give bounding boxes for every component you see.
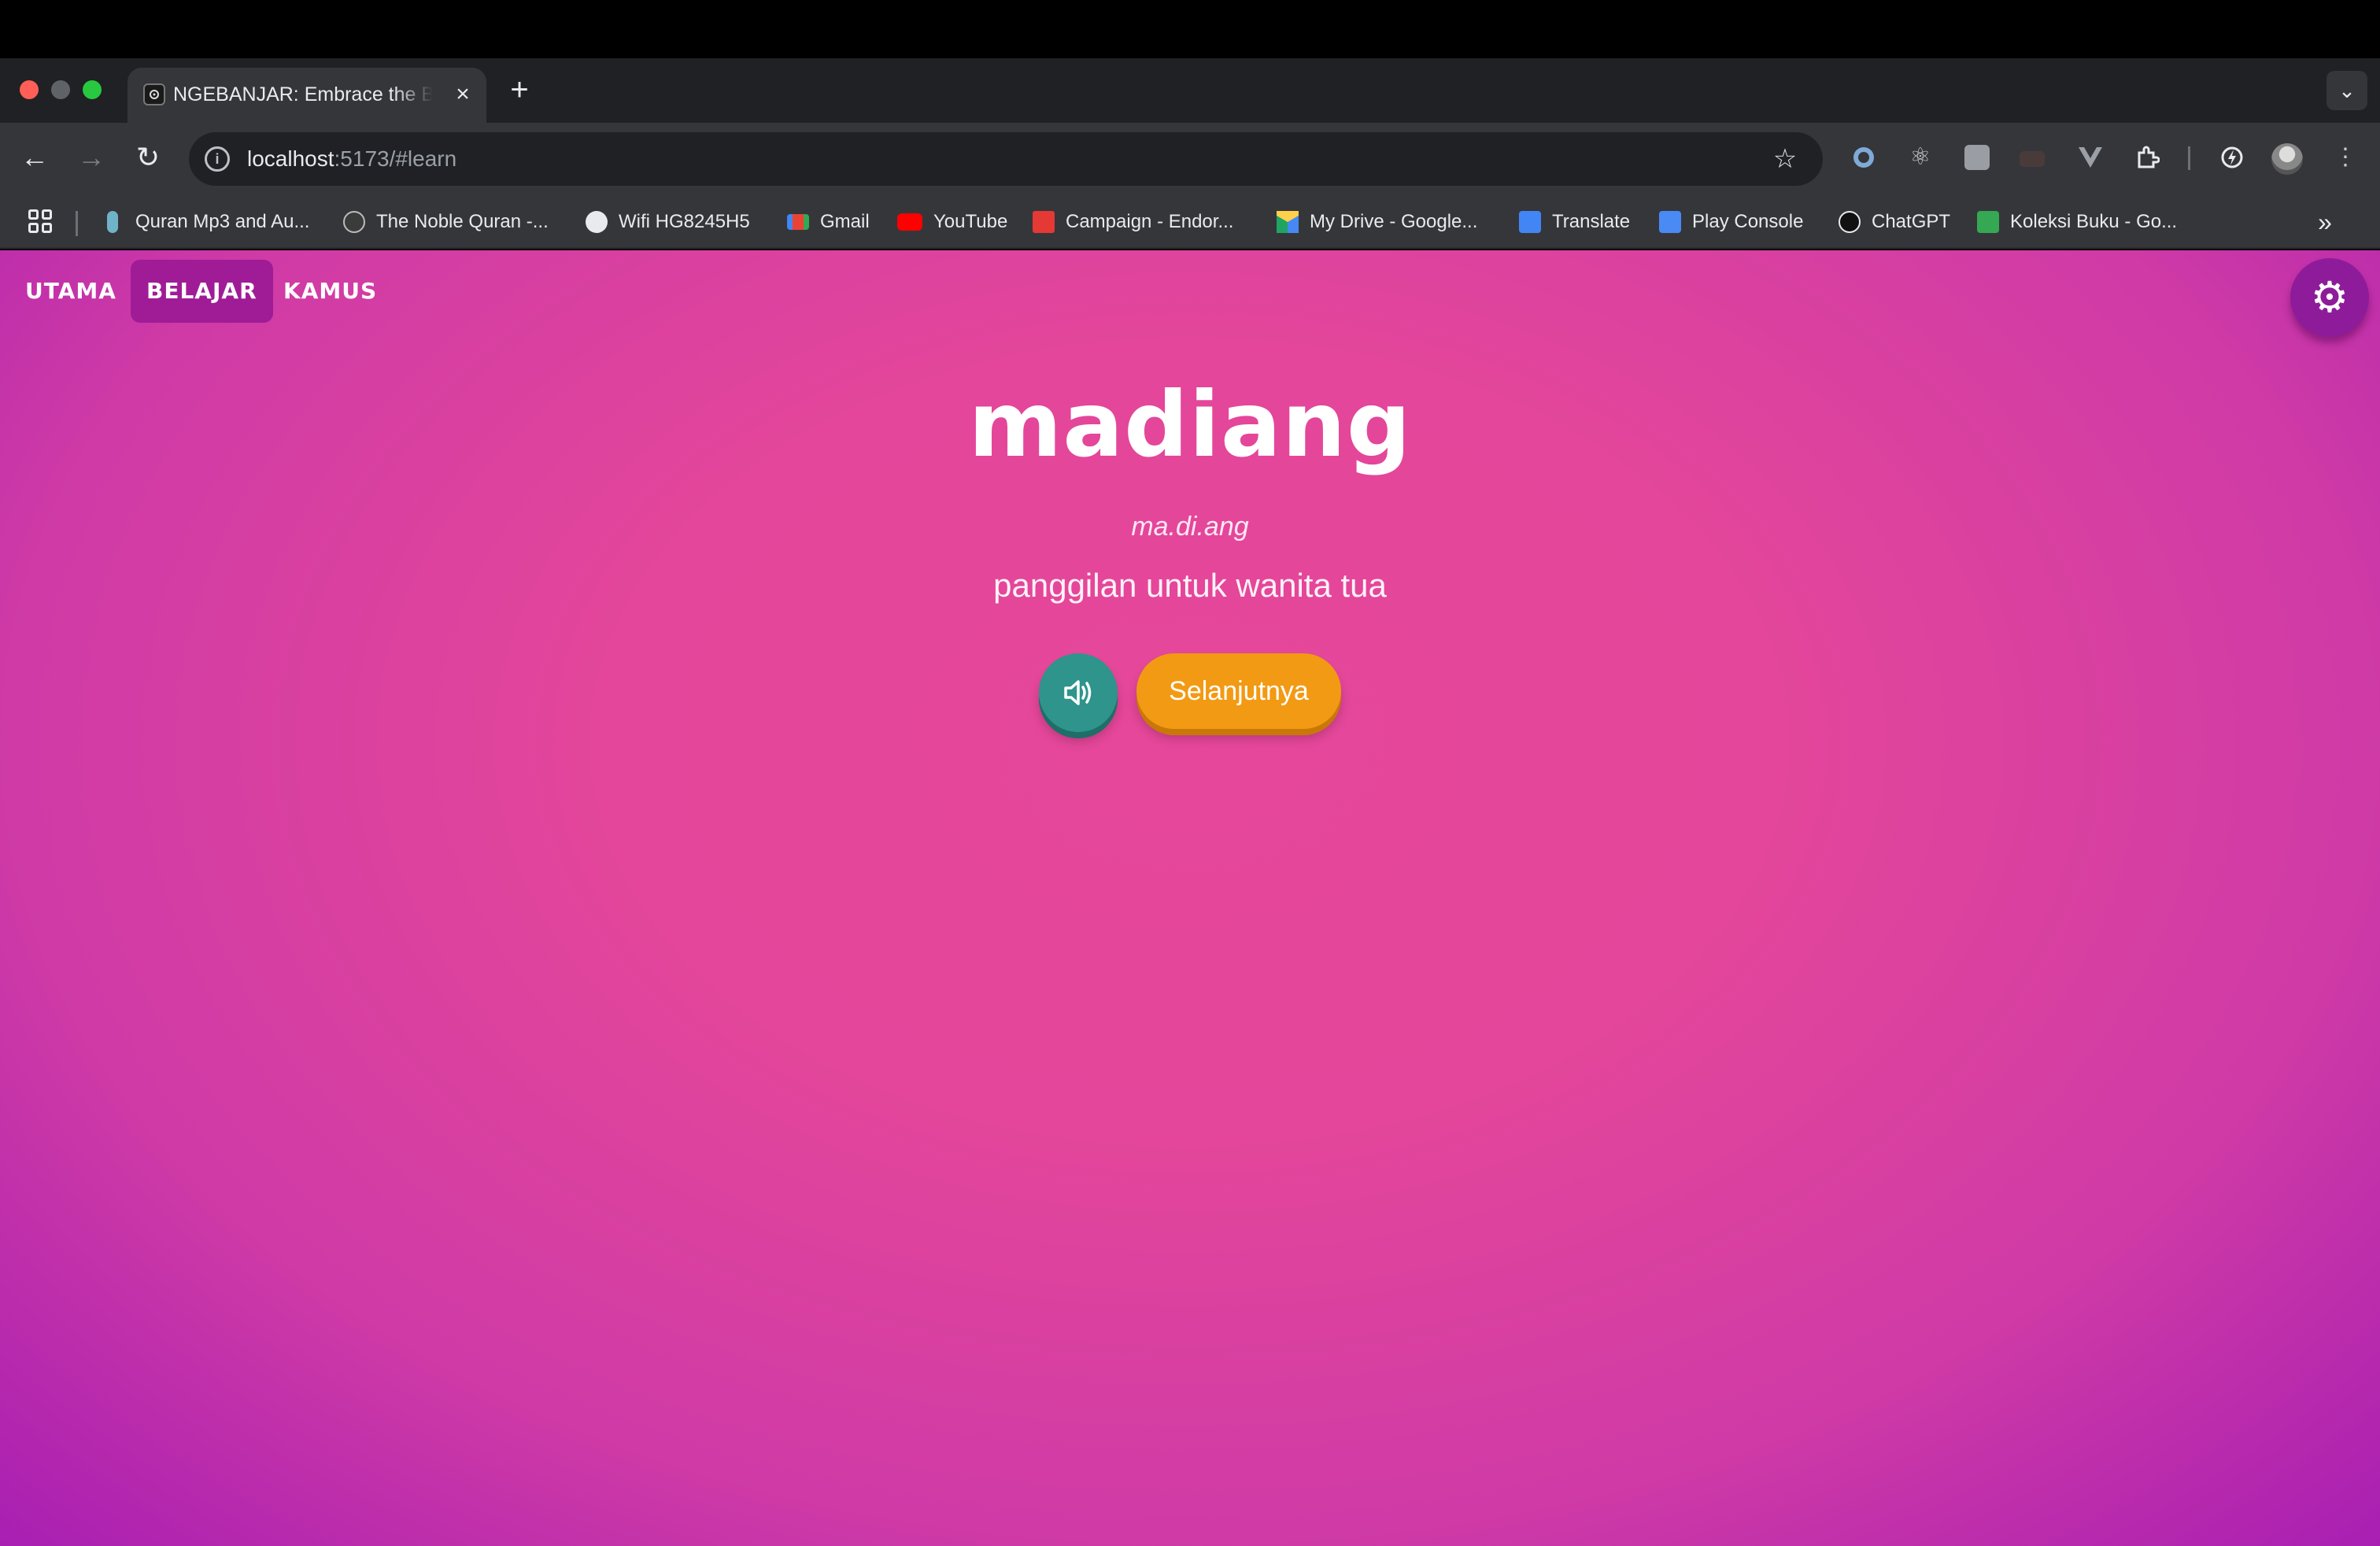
back-arrow-icon[interactable]: ← xyxy=(16,139,54,176)
extension-dark-icon[interactable] xyxy=(2020,151,2045,167)
bookmark-quran-mp3[interactable]: Quran Mp3 and Au... xyxy=(102,206,309,238)
bookmark-noble-quran[interactable]: The Noble Quran -... xyxy=(343,206,549,238)
bookmark-label: My Drive - Google... xyxy=(1310,211,1478,232)
site-info-icon[interactable]: i xyxy=(205,146,230,172)
window-minimize-button[interactable] xyxy=(51,80,70,99)
extension-image-icon[interactable] xyxy=(1964,145,1990,170)
bookmark-label: Wifi HG8245H5 xyxy=(619,211,750,232)
bookmark-label: YouTube xyxy=(933,211,1008,232)
bookmark-translate[interactable]: Translate xyxy=(1519,206,1630,238)
browser-menu-icon[interactable]: ⋮ xyxy=(2330,142,2361,173)
noble-quran-icon xyxy=(343,211,365,233)
url-text[interactable]: localhost:5173/#learn xyxy=(247,143,456,175)
tab-close-icon[interactable]: × xyxy=(450,82,475,107)
window-maximize-button[interactable] xyxy=(83,80,102,99)
campaign-icon xyxy=(1033,211,1055,233)
settings-button[interactable]: ⚙ xyxy=(2290,258,2369,337)
bookmark-koleksi-buku[interactable]: Koleksi Buku - Go... xyxy=(1977,206,2177,238)
gmail-icon xyxy=(787,214,809,230)
bookmark-gmail[interactable]: Gmail xyxy=(787,206,870,238)
nav-utama[interactable]: UTAMA xyxy=(9,260,132,323)
window-close-button[interactable] xyxy=(20,80,39,99)
bookmark-label: The Noble Quran -... xyxy=(376,211,549,232)
bookmarks-separator xyxy=(76,211,78,236)
tab-favicon-icon xyxy=(143,83,165,105)
bookmark-label: Translate xyxy=(1552,211,1631,232)
globe-icon xyxy=(586,211,608,233)
bookmark-youtube[interactable]: YouTube xyxy=(897,206,1007,238)
bookmark-star-icon[interactable]: ☆ xyxy=(1769,143,1801,175)
bookmark-label: Play Console xyxy=(1692,211,1804,232)
word-meaning: panggilan untuk wanita tua xyxy=(993,567,1387,604)
more-bookmarks-icon[interactable]: » xyxy=(2309,206,2341,238)
new-tab-button[interactable]: + xyxy=(504,71,535,109)
bookmark-chatgpt[interactable]: ChatGPT xyxy=(1839,206,1950,238)
bookmark-play-console[interactable]: Play Console xyxy=(1659,206,1803,238)
extensions-puzzle-icon[interactable] xyxy=(2131,142,2163,173)
extension-circle-icon[interactable] xyxy=(1848,142,1879,173)
nav-kamus[interactable]: KAMUS xyxy=(268,260,393,323)
gear-icon: ⚙ xyxy=(2310,274,2349,321)
google-translate-icon xyxy=(1519,211,1541,233)
bookmark-label: Quran Mp3 and Au... xyxy=(135,211,310,232)
performance-icon[interactable] xyxy=(2216,142,2248,173)
nav-belajar[interactable]: BELAJAR xyxy=(131,260,273,323)
browser-tab-active[interactable]: NGEBANJAR: Embrace the Be × xyxy=(128,68,486,123)
apps-grid-icon[interactable] xyxy=(28,209,52,233)
address-bar[interactable]: i localhost:5173/#learn ☆ xyxy=(189,132,1823,186)
next-button[interactable]: Selanjutnya xyxy=(1136,653,1341,729)
screen-top-bar xyxy=(0,0,2380,58)
bookmark-label: Gmail xyxy=(820,211,870,232)
google-drive-icon xyxy=(1277,211,1299,233)
bookmark-wifi[interactable]: Wifi HG8245H5 xyxy=(586,206,750,238)
url-host: localhost xyxy=(247,146,334,171)
vue-devtools-icon[interactable] xyxy=(2075,142,2106,173)
play-sound-button[interactable] xyxy=(1039,653,1118,732)
play-console-icon xyxy=(1659,211,1681,233)
bookmark-my-drive[interactable]: My Drive - Google... xyxy=(1277,206,1477,238)
chatgpt-icon xyxy=(1839,211,1861,233)
forward-arrow-icon[interactable]: → xyxy=(72,139,110,176)
tab-title: NGEBANJAR: Embrace the Be xyxy=(173,83,433,105)
bookmark-label: ChatGPT xyxy=(1872,211,1951,232)
profile-avatar[interactable] xyxy=(2271,143,2303,175)
google-sheets-icon xyxy=(1977,211,1999,233)
speaker-icon xyxy=(1064,680,1092,705)
bookmark-campaign[interactable]: Campaign - Endor... xyxy=(1033,206,1233,238)
url-path: :5173/#learn xyxy=(334,146,457,171)
word-syllables: ma.di.ang xyxy=(1131,512,1249,542)
youtube-icon xyxy=(897,213,922,231)
toolbar-separator xyxy=(2188,146,2190,170)
bookmark-label: Campaign - Endor... xyxy=(1066,211,1234,232)
tab-search-button[interactable]: ⌄ xyxy=(2326,71,2367,110)
microphone-icon xyxy=(107,211,118,233)
vocabulary-word: madiang xyxy=(968,372,1412,477)
bookmark-label: Koleksi Buku - Go... xyxy=(2010,211,2178,232)
reload-icon[interactable]: ↻ xyxy=(129,139,167,176)
react-devtools-icon[interactable]: ⚛ xyxy=(1905,142,1936,173)
